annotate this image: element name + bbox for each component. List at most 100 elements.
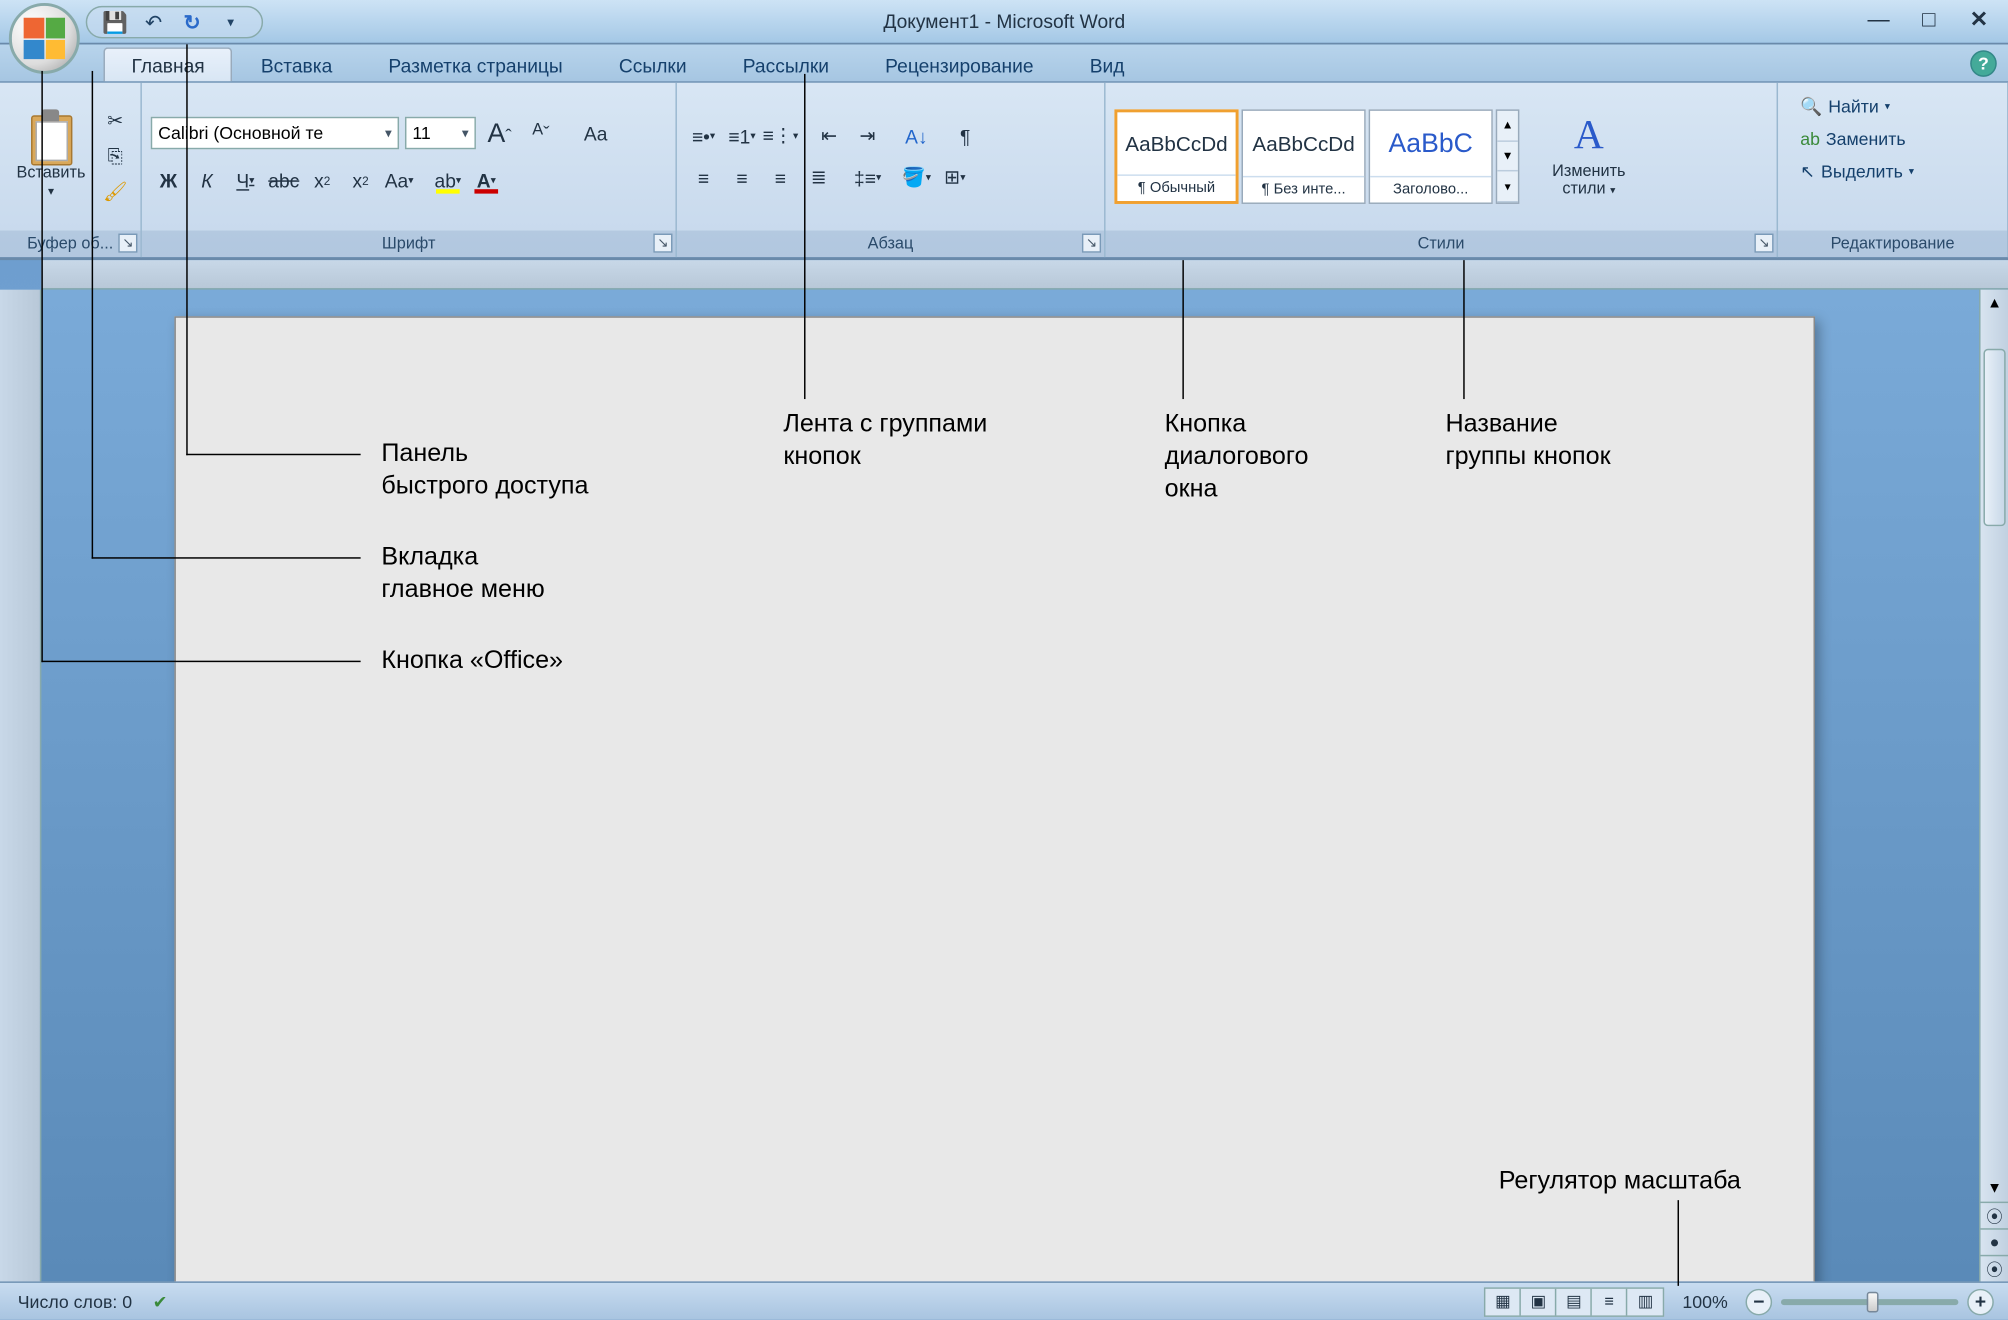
help-button[interactable]: ?	[1970, 50, 1997, 77]
style-heading1[interactable]: AaBbC Заголово...	[1369, 109, 1493, 204]
window-title: Документ1 - Microsoft Word	[883, 10, 1125, 32]
redo-icon[interactable]: ↻	[179, 9, 206, 36]
qat-customize-icon[interactable]: ▾	[217, 9, 244, 36]
select-button[interactable]: ↖Выделить ▾	[1793, 157, 1921, 187]
paragraph-launcher[interactable]: ↘	[1082, 234, 1101, 253]
close-button[interactable]: ✕	[1964, 6, 1994, 33]
zoom-slider[interactable]	[1781, 1298, 1958, 1304]
decrease-indent-button[interactable]: ⇤	[811, 118, 846, 153]
italic-button[interactable]: К	[189, 163, 224, 198]
tab-home[interactable]: Главная	[103, 47, 232, 81]
proofing-icon[interactable]: ✔	[153, 1291, 168, 1312]
align-left-button[interactable]: ≡	[686, 160, 721, 195]
strike-button[interactable]: abc	[266, 163, 301, 198]
bold-button[interactable]: Ж	[151, 163, 186, 198]
font-name-combo[interactable]: Calibri (Основной те▾	[151, 117, 399, 150]
browse-object-button[interactable]: ●	[1981, 1228, 2008, 1255]
undo-icon[interactable]: ↶	[140, 9, 167, 36]
align-center-icon: ≡	[736, 166, 747, 188]
style-normal[interactable]: AaBbCcDd ¶ Обычный	[1114, 109, 1238, 204]
bullets-button[interactable]: ≡•▾	[686, 118, 721, 153]
vertical-scrollbar[interactable]: ▲ ▼ ⦿ ● ⦿	[1979, 290, 2008, 1282]
increase-indent-button[interactable]: ⇥	[850, 118, 885, 153]
save-icon[interactable]: 💾	[102, 9, 129, 36]
vertical-ruler[interactable]	[0, 290, 41, 1282]
font-size-combo[interactable]: 11▾	[405, 117, 476, 150]
grow-font-button[interactable]: Aˆ	[482, 115, 517, 150]
document-page[interactable]	[174, 316, 1815, 1281]
clear-formatting-button[interactable]: Aa	[578, 115, 613, 150]
document-viewport[interactable]	[41, 290, 1979, 1282]
horizontal-ruler[interactable]	[41, 260, 2008, 290]
styles-gallery: AaBbCcDd ¶ Обычный AaBbCcDd ¶ Без инте..…	[1114, 109, 1519, 204]
quick-access-toolbar: 💾 ↶ ↻ ▾	[86, 6, 263, 39]
zoom-level[interactable]: 100%	[1674, 1291, 1737, 1312]
office-button[interactable]	[9, 3, 80, 74]
font-name-value: Calibri (Основной те	[158, 123, 323, 144]
brush-icon: 🖌	[103, 180, 127, 204]
borders-icon: ⊞	[944, 166, 960, 190]
styles-launcher[interactable]: ↘	[1754, 234, 1773, 253]
format-painter-button[interactable]: 🖌	[99, 176, 132, 209]
paste-button[interactable]: Вставить▾	[9, 89, 93, 225]
align-right-button[interactable]: ≡	[763, 160, 798, 195]
change-styles-button[interactable]: A Изменить стили ▾	[1534, 105, 1643, 208]
sort-button[interactable]: A↓	[899, 118, 934, 153]
clipboard-launcher[interactable]: ↘	[118, 234, 137, 253]
minimize-button[interactable]: —	[1864, 6, 1894, 33]
font-color-icon: A	[477, 169, 491, 191]
full-screen-view[interactable]: ▣	[1521, 1288, 1556, 1315]
copy-button[interactable]: ⎘	[99, 140, 132, 173]
group-paragraph: ≡•▾ ≡1▾ ≡⋮▾ ⇤ ⇥ A↓ ¶ ≡ ≡ ≡ ≣ ‡≡▾ 🪣▾	[677, 83, 1106, 257]
subscript-button[interactable]: x2	[304, 163, 339, 198]
replace-button[interactable]: abЗаменить	[1793, 124, 1921, 154]
style-no-spacing[interactable]: AaBbCcDd ¶ Без инте...	[1242, 109, 1366, 204]
prev-page-button[interactable]: ⦿	[1981, 1202, 2008, 1229]
tab-insert[interactable]: Вставка	[233, 47, 361, 81]
select-icon: ↖	[1800, 161, 1815, 182]
outline-view[interactable]: ≡	[1592, 1288, 1627, 1315]
justify-button[interactable]: ≣	[801, 160, 836, 195]
font-color-button[interactable]: A▾	[469, 163, 504, 198]
shrink-font-icon: Aˇ	[532, 121, 549, 145]
word-count[interactable]: Число слов: 0	[18, 1291, 132, 1312]
highlight-button[interactable]: ab▾	[430, 163, 465, 198]
tab-review[interactable]: Рецензирование	[857, 47, 1062, 81]
align-center-button[interactable]: ≡	[724, 160, 759, 195]
group-editing: 🔍Найти ▾ abЗаменить ↖Выделить ▾ Редактир…	[1778, 83, 2008, 257]
underline-button[interactable]: Ч ▾	[228, 163, 263, 198]
replace-icon: ab	[1800, 129, 1820, 150]
scroll-down-icon[interactable]: ▼	[1981, 1175, 2008, 1202]
cut-button[interactable]: ✂	[99, 105, 132, 138]
draft-view[interactable]: ▥	[1628, 1288, 1663, 1315]
zoom-slider-knob[interactable]	[1866, 1291, 1878, 1312]
tab-references[interactable]: Ссылки	[591, 47, 715, 81]
tab-page-layout[interactable]: Разметка страницы	[360, 47, 590, 81]
tab-mailings[interactable]: Рассылки	[715, 47, 857, 81]
multilevel-button[interactable]: ≡⋮▾	[763, 118, 798, 153]
numbering-button[interactable]: ≡1▾	[724, 118, 759, 153]
find-button[interactable]: 🔍Найти ▾	[1793, 92, 1921, 122]
scroll-up-icon[interactable]: ▲	[1981, 290, 2008, 317]
zoom-out-button[interactable]: −	[1746, 1288, 1773, 1315]
shrink-font-button[interactable]: Aˇ	[523, 115, 558, 150]
maximize-button[interactable]: □	[1914, 6, 1944, 33]
gallery-scroll[interactable]: ▲▼▾	[1496, 109, 1520, 204]
zoom-in-button[interactable]: +	[1967, 1288, 1994, 1315]
align-left-icon: ≡	[698, 166, 709, 188]
shading-button[interactable]: 🪣▾	[899, 160, 934, 195]
print-layout-view[interactable]: ▦	[1486, 1288, 1521, 1315]
show-marks-button[interactable]: ¶	[947, 118, 982, 153]
scroll-thumb[interactable]	[1983, 349, 2005, 526]
web-layout-view[interactable]: ▤	[1557, 1288, 1592, 1315]
font-launcher[interactable]: ↘	[653, 234, 672, 253]
tab-view[interactable]: Вид	[1062, 47, 1153, 81]
superscript-button[interactable]: x2	[343, 163, 378, 198]
title-bar: 💾 ↶ ↻ ▾ Документ1 - Microsoft Word — □ ✕	[0, 0, 2008, 44]
indent-icon: ⇥	[860, 124, 876, 148]
line-spacing-button[interactable]: ‡≡▾	[850, 160, 885, 195]
next-page-button[interactable]: ⦿	[1981, 1255, 2008, 1282]
paste-label: Вставить	[17, 163, 86, 181]
change-case-button[interactable]: Aa▾	[381, 163, 416, 198]
borders-button[interactable]: ⊞▾	[937, 160, 972, 195]
